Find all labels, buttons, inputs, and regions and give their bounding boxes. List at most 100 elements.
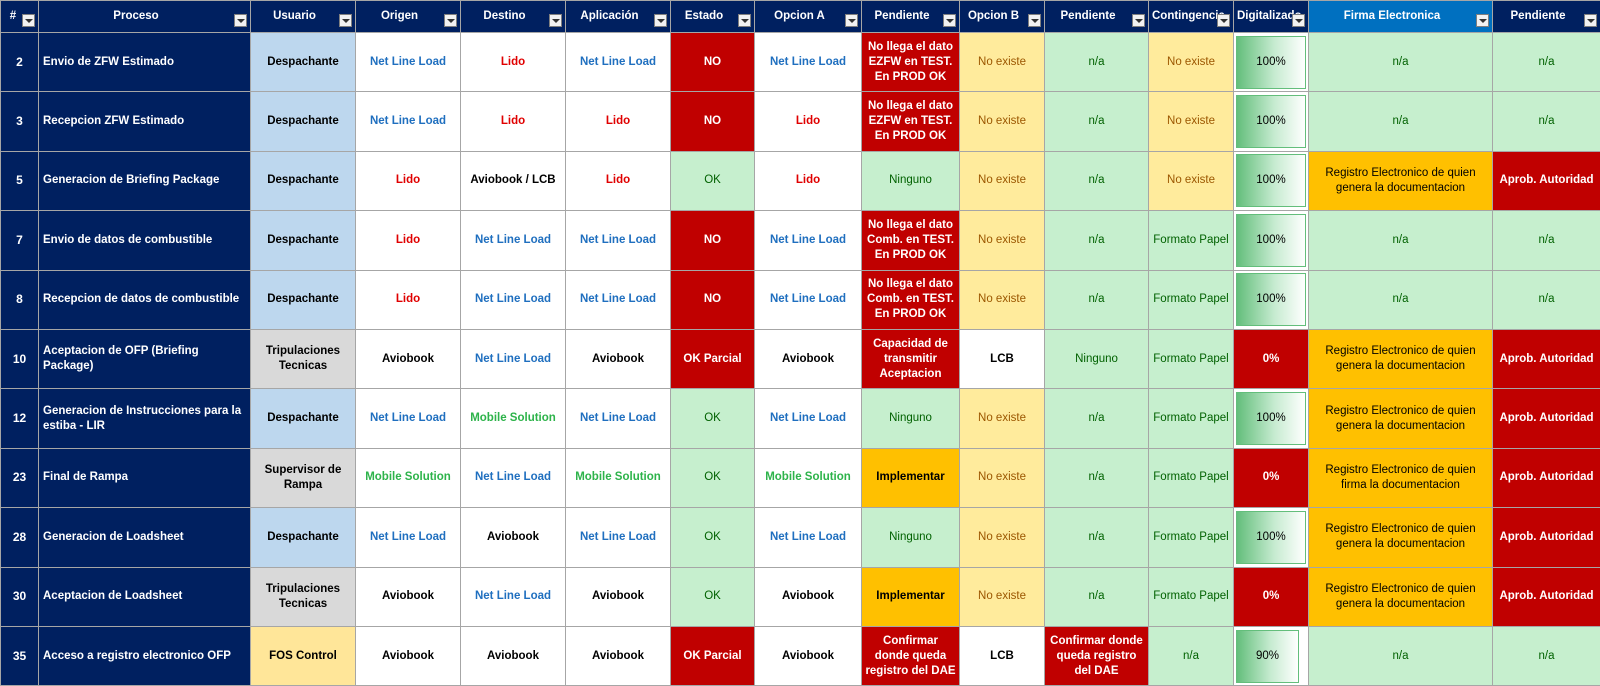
row-number[interactable]: 5 <box>0 150 39 212</box>
pendiente2-cell[interactable]: n/a <box>1044 269 1149 330</box>
contingencia-cell[interactable]: Formato Papel <box>1148 388 1234 449</box>
aplicacion-cell[interactable]: Lido <box>565 150 671 212</box>
contingencia-cell[interactable]: Formato Papel <box>1148 566 1234 627</box>
proceso-cell[interactable]: Generacion de Loadsheet <box>38 507 251 568</box>
usuario-cell[interactable]: Supervisor de Rampa <box>250 447 356 509</box>
digitalizado-cell[interactable]: 0% <box>1233 447 1309 509</box>
pendiente3-cell[interactable]: Aprob. Autoridad <box>1492 507 1600 568</box>
opcion-b-cell[interactable]: No existe <box>959 150 1045 212</box>
firma-cell[interactable]: n/a <box>1308 625 1493 686</box>
usuario-cell[interactable]: Despachante <box>250 388 356 449</box>
opcion-a-cell[interactable]: Lido <box>754 150 862 212</box>
estado-cell[interactable]: OK Parcial <box>670 625 755 686</box>
row-number[interactable]: 28 <box>0 507 39 568</box>
aplicacion-cell[interactable]: Net Line Load <box>565 31 671 93</box>
proceso-cell[interactable]: Acceso a registro electronico OFP <box>38 625 251 686</box>
pendiente2-cell[interactable]: n/a <box>1044 31 1149 93</box>
aplicacion-cell[interactable]: Net Line Load <box>565 388 671 449</box>
origen-cell[interactable]: Aviobook <box>355 328 461 390</box>
estado-cell[interactable]: NO <box>670 210 755 271</box>
digitalizado-cell[interactable]: 100% <box>1233 507 1309 568</box>
aplicacion-cell[interactable]: Net Line Load <box>565 210 671 271</box>
proceso-cell[interactable]: Generacion de Briefing Package <box>38 150 251 212</box>
firma-cell[interactable]: n/a <box>1308 269 1493 330</box>
filter-dropdown-icon[interactable] <box>845 14 858 27</box>
proceso-cell[interactable]: Generacion de Instrucciones para la esti… <box>38 388 251 449</box>
filter-dropdown-icon[interactable] <box>943 14 956 27</box>
pendiente1-cell[interactable]: Confirmar donde queda registro del DAE <box>861 625 960 686</box>
pendiente3-cell[interactable]: Aprob. Autoridad <box>1492 150 1600 212</box>
opcion-b-cell[interactable]: No existe <box>959 566 1045 627</box>
firma-cell[interactable]: Registro Electronico de quien genera la … <box>1308 507 1493 568</box>
filter-dropdown-icon[interactable] <box>339 14 352 27</box>
opcion-b-cell[interactable]: No existe <box>959 91 1045 152</box>
origen-cell[interactable]: Lido <box>355 150 461 212</box>
destino-cell[interactable]: Net Line Load <box>460 210 566 271</box>
contingencia-cell[interactable]: No existe <box>1148 31 1234 93</box>
estado-cell[interactable]: NO <box>670 31 755 93</box>
pendiente2-cell[interactable]: n/a <box>1044 388 1149 449</box>
pendiente3-cell[interactable]: n/a <box>1492 31 1600 93</box>
origen-cell[interactable]: Net Line Load <box>355 91 461 152</box>
aplicacion-cell[interactable]: Aviobook <box>565 625 671 686</box>
estado-cell[interactable]: NO <box>670 91 755 152</box>
opcion-b-cell[interactable]: No existe <box>959 507 1045 568</box>
origen-cell[interactable]: Lido <box>355 210 461 271</box>
pendiente1-cell[interactable]: Implementar <box>861 447 960 509</box>
pendiente3-cell[interactable]: Aprob. Autoridad <box>1492 566 1600 627</box>
origen-cell[interactable]: Aviobook <box>355 566 461 627</box>
opcion-a-cell[interactable]: Mobile Solution <box>754 447 862 509</box>
digitalizado-cell[interactable]: 0% <box>1233 328 1309 390</box>
usuario-cell[interactable]: Despachante <box>250 31 356 93</box>
pendiente2-cell[interactable]: n/a <box>1044 507 1149 568</box>
opcion-a-cell[interactable]: Net Line Load <box>754 210 862 271</box>
destino-cell[interactable]: Net Line Load <box>460 566 566 627</box>
proceso-cell[interactable]: Envio de datos de combustible <box>38 210 251 271</box>
proceso-cell[interactable]: Final de Rampa <box>38 447 251 509</box>
pendiente1-cell[interactable]: Ninguno <box>861 507 960 568</box>
usuario-cell[interactable]: Tripulaciones Tecnicas <box>250 566 356 627</box>
filter-dropdown-icon[interactable] <box>654 14 667 27</box>
digitalizado-cell[interactable]: 100% <box>1233 210 1309 271</box>
opcion-b-cell[interactable]: No existe <box>959 269 1045 330</box>
destino-cell[interactable]: Lido <box>460 91 566 152</box>
usuario-cell[interactable]: Despachante <box>250 150 356 212</box>
proceso-cell[interactable]: Aceptacion de OFP (Briefing Package) <box>38 328 251 390</box>
firma-cell[interactable]: Registro Electronico de quien genera la … <box>1308 566 1493 627</box>
filter-dropdown-icon[interactable] <box>1476 14 1489 27</box>
firma-cell[interactable]: Registro Electronico de quien genera la … <box>1308 388 1493 449</box>
opcion-b-cell[interactable]: LCB <box>959 328 1045 390</box>
proceso-cell[interactable]: Recepcion ZFW Estimado <box>38 91 251 152</box>
filter-dropdown-icon[interactable] <box>1584 14 1597 27</box>
estado-cell[interactable]: OK <box>670 566 755 627</box>
row-number[interactable]: 3 <box>0 91 39 152</box>
filter-dropdown-icon[interactable] <box>22 14 35 27</box>
aplicacion-cell[interactable]: Mobile Solution <box>565 447 671 509</box>
contingencia-cell[interactable]: Formato Papel <box>1148 210 1234 271</box>
origen-cell[interactable]: Net Line Load <box>355 507 461 568</box>
digitalizado-cell[interactable]: 0% <box>1233 566 1309 627</box>
filter-dropdown-icon[interactable] <box>549 14 562 27</box>
opcion-b-cell[interactable]: LCB <box>959 625 1045 686</box>
row-number[interactable]: 10 <box>0 328 39 390</box>
destino-cell[interactable]: Aviobook <box>460 507 566 568</box>
usuario-cell[interactable]: Despachante <box>250 507 356 568</box>
pendiente3-cell[interactable]: n/a <box>1492 210 1600 271</box>
estado-cell[interactable]: NO <box>670 269 755 330</box>
filter-dropdown-icon[interactable] <box>444 14 457 27</box>
pendiente2-cell[interactable]: n/a <box>1044 566 1149 627</box>
filter-dropdown-icon[interactable] <box>1132 14 1145 27</box>
opcion-a-cell[interactable]: Aviobook <box>754 328 862 390</box>
pendiente1-cell[interactable]: No llega el dato EZFW en TEST. En PROD O… <box>861 31 960 93</box>
pendiente3-cell[interactable]: Aprob. Autoridad <box>1492 447 1600 509</box>
usuario-cell[interactable]: Tripulaciones Tecnicas <box>250 328 356 390</box>
pendiente3-cell[interactable]: Aprob. Autoridad <box>1492 388 1600 449</box>
row-number[interactable]: 8 <box>0 269 39 330</box>
contingencia-cell[interactable]: Formato Papel <box>1148 507 1234 568</box>
origen-cell[interactable]: Mobile Solution <box>355 447 461 509</box>
pendiente1-cell[interactable]: No llega el dato Comb. en TEST. En PROD … <box>861 269 960 330</box>
contingencia-cell[interactable]: n/a <box>1148 625 1234 686</box>
row-number[interactable]: 23 <box>0 447 39 509</box>
origen-cell[interactable]: Aviobook <box>355 625 461 686</box>
opcion-b-cell[interactable]: No existe <box>959 31 1045 93</box>
